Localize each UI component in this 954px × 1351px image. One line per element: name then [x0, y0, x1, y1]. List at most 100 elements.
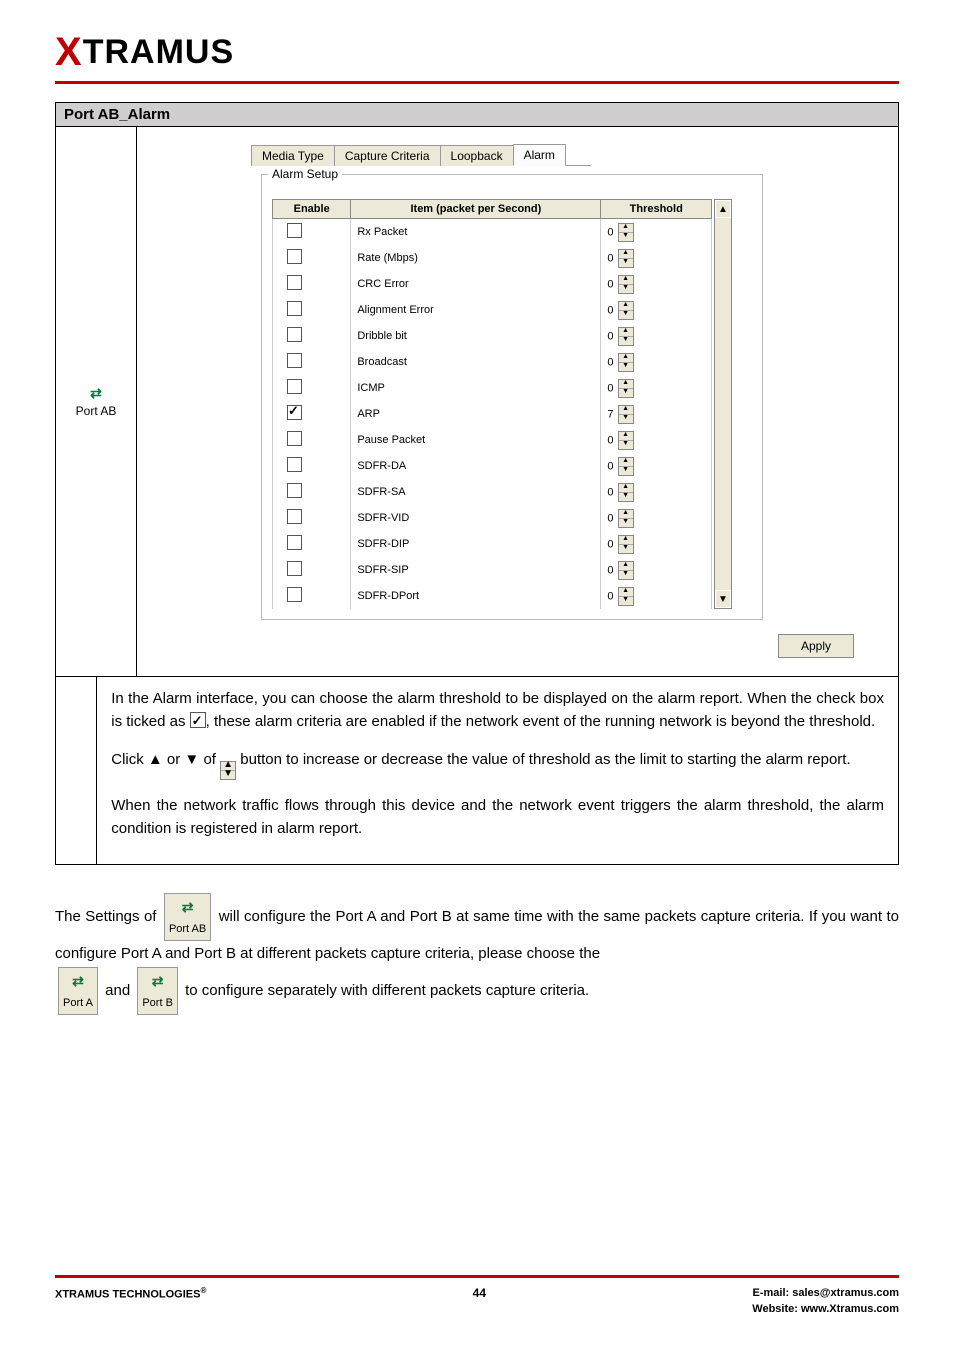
threshold-spinner[interactable]: ▲▼: [618, 535, 634, 554]
port-a-icon-box: ⇄ Port A: [58, 967, 98, 1015]
enable-checkbox[interactable]: [287, 405, 302, 420]
desc-p2b: button to increase or decrease the value…: [236, 751, 851, 768]
threshold-spinner[interactable]: ▲▼: [618, 301, 634, 320]
table-row: Rate (Mbps)0▲▼: [273, 245, 712, 271]
port-ab-cell: ⇄ Port AB: [56, 127, 137, 676]
threshold-spinner[interactable]: ▲▼: [618, 431, 634, 450]
footer-company: XTRAMUS TECHNOLOGIES®: [55, 1286, 206, 1301]
enable-checkbox[interactable]: [287, 587, 302, 602]
threshold-value: 0: [607, 252, 613, 264]
enable-cell: [273, 505, 351, 531]
spinner-down-icon[interactable]: ▼: [619, 493, 633, 501]
spinner-down-icon[interactable]: ▼: [619, 337, 633, 345]
section-title: Port AB_Alarm: [56, 103, 898, 127]
threshold-value: 0: [607, 512, 613, 524]
alarm-table-scrollbar[interactable]: ▲ ▼: [714, 199, 732, 609]
footer-rule: [55, 1275, 899, 1278]
enable-cell: [273, 245, 351, 271]
enable-cell: [273, 349, 351, 375]
scroll-up-icon[interactable]: ▲: [715, 200, 731, 218]
spinner-down-icon[interactable]: ▼: [619, 285, 633, 293]
spinner-down-icon[interactable]: ▼: [619, 259, 633, 267]
threshold-value: 7: [607, 408, 613, 420]
spinner-down-icon[interactable]: ▼: [619, 519, 633, 527]
spinner-down-icon[interactable]: ▼: [619, 545, 633, 553]
threshold-value: 0: [607, 382, 613, 394]
item-cell: SDFR-SA: [351, 479, 601, 505]
threshold-spinner[interactable]: ▲▼: [618, 249, 634, 268]
port-icon: ⇄: [182, 896, 194, 920]
spinner-down-icon[interactable]: ▼: [619, 233, 633, 241]
table-row: Pause Packet 0 ▲▼: [273, 427, 712, 453]
threshold-spinner[interactable]: ▲▼: [618, 223, 634, 242]
enable-checkbox[interactable]: [287, 509, 302, 524]
enable-checkbox[interactable]: [287, 431, 302, 446]
spinner-down-icon[interactable]: ▼: [619, 467, 633, 475]
checked-box-icon: [190, 712, 206, 728]
enable-checkbox[interactable]: [287, 301, 302, 316]
threshold-spinner[interactable]: ▲▼: [618, 561, 634, 580]
enable-checkbox[interactable]: [287, 275, 302, 290]
threshold-value: 0: [607, 434, 613, 446]
tab-alarm[interactable]: Alarm: [513, 144, 566, 166]
spinner-down-icon[interactable]: ▼: [619, 597, 633, 605]
body-s3: and: [105, 982, 134, 999]
table-row: SDFR-SIP0▲▼: [273, 557, 712, 583]
enable-checkbox[interactable]: [287, 457, 302, 472]
alarm-table: Enable Item (packet per Second) Threshol…: [272, 199, 712, 609]
col-threshold: Threshold: [601, 200, 712, 219]
enable-checkbox[interactable]: [287, 353, 302, 368]
enable-cell: [273, 479, 351, 505]
enable-checkbox[interactable]: [287, 223, 302, 238]
threshold-value: 0: [607, 460, 613, 472]
threshold-spinner[interactable]: ▲▼: [618, 327, 634, 346]
port-b-text: Port B: [142, 994, 173, 1013]
table-row: Dribble bit0▲▼: [273, 323, 712, 349]
threshold-spinner[interactable]: ▲▼: [618, 405, 634, 424]
spinner-down-icon[interactable]: ▼: [619, 415, 633, 423]
item-cell: ARP: [351, 401, 601, 427]
spinner-down-icon[interactable]: ▼: [619, 363, 633, 371]
enable-cell: [273, 557, 351, 583]
threshold-value: 0: [607, 538, 613, 550]
spinner-down-icon[interactable]: ▼: [619, 571, 633, 579]
threshold-spinner[interactable]: ▲▼: [618, 275, 634, 294]
enable-checkbox[interactable]: [287, 249, 302, 264]
enable-checkbox[interactable]: [287, 379, 302, 394]
item-cell: Rx Packet: [351, 219, 601, 246]
threshold-value: 0: [607, 356, 613, 368]
table-row: SDFR-DA0▲▼: [273, 453, 712, 479]
col-enable: Enable: [273, 200, 351, 219]
enable-cell: [273, 323, 351, 349]
threshold-spinner[interactable]: ▲▼: [618, 379, 634, 398]
apply-button[interactable]: Apply: [778, 634, 854, 658]
item-cell: Broadcast: [351, 349, 601, 375]
enable-checkbox[interactable]: [287, 483, 302, 498]
enable-checkbox[interactable]: [287, 561, 302, 576]
enable-checkbox[interactable]: [287, 327, 302, 342]
item-cell: Pause Packet: [351, 427, 601, 453]
threshold-spinner[interactable]: ▲▼: [618, 509, 634, 528]
tab-loopback[interactable]: Loopback: [440, 145, 514, 166]
spinner-down-icon[interactable]: ▼: [619, 389, 633, 397]
enable-cell: [273, 583, 351, 609]
footer-page-number: 44: [473, 1286, 486, 1300]
threshold-cell: 0 ▲▼: [601, 375, 712, 401]
tab-capture-criteria[interactable]: Capture Criteria: [334, 145, 441, 166]
threshold-cell: 0 ▲▼: [601, 453, 712, 479]
body-s1: The Settings of: [55, 908, 161, 925]
enable-cell: [273, 531, 351, 557]
table-row: SDFR-DIP0▲▼: [273, 531, 712, 557]
threshold-spinner[interactable]: ▲▼: [618, 587, 634, 606]
threshold-spinner[interactable]: ▲▼: [618, 483, 634, 502]
spinner-down-icon[interactable]: ▼: [619, 441, 633, 449]
scroll-down-icon[interactable]: ▼: [715, 590, 731, 608]
spinner-down-icon[interactable]: ▼: [619, 311, 633, 319]
threshold-spinner[interactable]: ▲▼: [618, 457, 634, 476]
threshold-cell: 0▲▼: [601, 271, 712, 297]
threshold-spinner[interactable]: ▲▼: [618, 353, 634, 372]
enable-checkbox[interactable]: [287, 535, 302, 550]
table-row: ICMP 0 ▲▼: [273, 375, 712, 401]
tab-media-type[interactable]: Media Type: [251, 145, 335, 166]
item-cell: ICMP: [351, 375, 601, 401]
